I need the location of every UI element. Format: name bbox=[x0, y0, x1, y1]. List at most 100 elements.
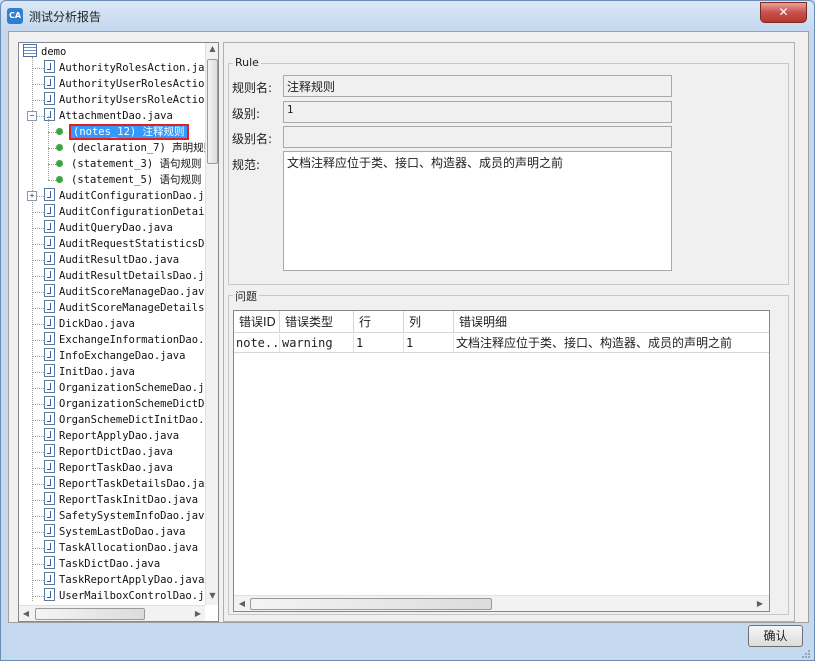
tree-guide-line bbox=[32, 100, 44, 101]
tree-file-node[interactable]: InitDao.java bbox=[44, 364, 135, 380]
tree-file-node[interactable]: AuditResultDao.java bbox=[44, 252, 179, 268]
tree-rule-node[interactable]: (declaration_7) 声明规则 bbox=[56, 140, 205, 156]
cell-error-type: warning bbox=[280, 334, 354, 352]
scroll-up-arrow-icon[interactable]: ▲ bbox=[206, 44, 218, 53]
cell-line: 1 bbox=[354, 334, 404, 352]
java-file-icon bbox=[44, 348, 55, 361]
tree-root[interactable]: demo bbox=[23, 44, 66, 60]
tree-node-label: AuditRequestStatisticsDao.java bbox=[59, 238, 205, 250]
tree-file-node[interactable]: OrganSchemeDictInitDao.java bbox=[44, 412, 205, 428]
project-icon bbox=[23, 44, 37, 57]
collapse-toggle-icon[interactable]: − bbox=[27, 111, 37, 121]
tree-file-node[interactable]: ReportTaskInitDao.java bbox=[44, 492, 198, 508]
tree-rule-node[interactable]: (statement_3) 语句规则 bbox=[56, 156, 202, 172]
tree-file-node[interactable]: AuditResultDetailsDao.java bbox=[44, 268, 205, 284]
tree-file-node[interactable]: DickDao.java bbox=[44, 316, 135, 332]
title-bar: CA 测试分析报告 ✕ bbox=[1, 1, 814, 31]
tree-node-label: TaskReportApplyDao.java bbox=[59, 574, 205, 586]
tree-file-node[interactable]: ReportTaskDao.java bbox=[44, 460, 173, 476]
tree-file-node[interactable]: SystemLastDoDao.java bbox=[44, 524, 185, 540]
tree-file-node[interactable]: AuditConfigurationDetailDao.java bbox=[44, 204, 205, 220]
tree-rule-node[interactable]: (statement_5) 语句规则 bbox=[56, 172, 202, 188]
spec-textarea[interactable]: 文档注释应位于类、接口、构造器、成员的声明之前 bbox=[283, 151, 672, 271]
issues-table[interactable]: 错误ID 错误类型 行 列 错误明细 note... warning 1 1 文… bbox=[233, 310, 770, 612]
tree-guide-line bbox=[32, 420, 44, 421]
tree-file-node[interactable]: AuditConfigurationDao.java bbox=[44, 188, 205, 204]
scroll-left-arrow-icon[interactable]: ◀ bbox=[21, 609, 31, 618]
expand-toggle-icon[interactable]: + bbox=[27, 191, 37, 201]
tree-file-node[interactable]: AuthorityUserRolesAction.java bbox=[44, 76, 205, 92]
scroll-left-arrow-icon[interactable]: ◀ bbox=[237, 599, 247, 608]
tree-node-label: AuthorityUsersRoleAction.java bbox=[59, 94, 205, 106]
rule-name-field[interactable]: 注释规则 bbox=[283, 75, 672, 97]
tree-horizontal-scroll-thumb[interactable] bbox=[35, 608, 145, 620]
tree-node-label: (statement_5) 语句规则 bbox=[71, 174, 202, 186]
tree-rule-node[interactable]: (notes_12) 注释规则 bbox=[56, 124, 189, 140]
tree-file-node[interactable]: ExchangeInformationDao.java bbox=[44, 332, 205, 348]
ok-button[interactable]: 确认 bbox=[748, 625, 803, 647]
tree-guide-line bbox=[32, 388, 44, 389]
tree-file-node[interactable]: AuditScoreManageDao.java bbox=[44, 284, 205, 300]
java-file-icon bbox=[44, 332, 55, 345]
resize-grip-icon[interactable] bbox=[801, 649, 811, 659]
java-file-icon bbox=[44, 188, 55, 201]
tree-guide-line bbox=[32, 516, 44, 517]
tree-guide-line bbox=[32, 580, 44, 581]
tree-file-node[interactable]: UserMailboxControlDao.java bbox=[44, 588, 205, 604]
tree-node-label: ReportApplyDao.java bbox=[59, 430, 180, 442]
tree-file-node[interactable]: TaskReportApplyDao.java bbox=[44, 572, 204, 588]
table-horizontal-scroll-thumb[interactable] bbox=[250, 598, 492, 610]
file-tree[interactable]: demo AuthorityRolesAction.java AuthorityUs… bbox=[19, 43, 205, 605]
client-area: demo AuthorityRolesAction.java AuthorityUs… bbox=[8, 31, 809, 623]
table-row[interactable]: note... warning 1 1 文档注释应位于类、接口、构造器、成员的声… bbox=[234, 311, 769, 353]
tree-node-label: SystemLastDoDao.java bbox=[59, 526, 186, 538]
tree-node-label: TaskAllocationDao.java bbox=[59, 542, 199, 554]
tree-node-label: OrganizationSchemeDao.java bbox=[59, 382, 205, 394]
scroll-right-arrow-icon[interactable]: ▶ bbox=[755, 599, 765, 608]
tree-file-node[interactable]: OrganizationSchemeDictDao.java bbox=[44, 396, 205, 412]
tree-node-label: UserMailboxControlDao.java bbox=[59, 590, 205, 602]
tree-node-label: InfoExchangeDao.java bbox=[59, 350, 186, 362]
tree-file-node[interactable]: AuthorityRolesAction.java bbox=[44, 60, 205, 76]
tree-horizontal-scrollbar[interactable]: ◀ ▶ bbox=[19, 605, 205, 621]
tree-file-node[interactable]: ReportApplyDao.java bbox=[44, 428, 179, 444]
close-button[interactable]: ✕ bbox=[760, 2, 807, 23]
tree-file-node[interactable]: AuditScoreManageDetailsDao.java bbox=[44, 300, 205, 316]
tree-guide-line bbox=[32, 596, 44, 597]
tree-file-node[interactable]: AuditQueryDao.java bbox=[44, 220, 173, 236]
tree-file-node[interactable]: AuditRequestStatisticsDao.java bbox=[44, 236, 205, 252]
java-file-icon bbox=[44, 492, 55, 505]
tree-node-label: AuditResultDao.java bbox=[59, 254, 180, 266]
tree-file-node[interactable]: TaskDictDao.java bbox=[44, 556, 160, 572]
tree-file-node[interactable]: SafetySystemInfoDao.java bbox=[44, 508, 205, 524]
scroll-right-arrow-icon[interactable]: ▶ bbox=[193, 609, 203, 618]
tree-file-node[interactable]: ReportDictDao.java bbox=[44, 444, 173, 460]
tree-node-label: ReportDictDao.java bbox=[59, 446, 173, 458]
tree-guide-line bbox=[48, 132, 49, 148]
java-file-icon bbox=[44, 204, 55, 217]
java-file-icon bbox=[44, 316, 55, 329]
tree-file-node[interactable]: AttachmentDao.java bbox=[44, 108, 173, 124]
java-file-icon bbox=[44, 76, 55, 89]
java-file-icon bbox=[44, 572, 55, 585]
tree-guide-line bbox=[32, 212, 44, 213]
tree-file-node[interactable]: OrganizationSchemeDao.java bbox=[44, 380, 205, 396]
tree-vertical-scrollbar[interactable]: ▲ ▼ bbox=[205, 43, 218, 605]
tree-file-node[interactable]: InfoExchangeDao.java bbox=[44, 348, 185, 364]
tree-file-node[interactable]: TaskAllocationDao.java bbox=[44, 540, 198, 556]
tree-file-node[interactable]: ReportTaskDetailsDao.java bbox=[44, 476, 205, 492]
java-file-icon bbox=[44, 588, 55, 601]
tree-file-node[interactable]: AuthorityUsersRoleAction.java bbox=[44, 92, 205, 108]
tree-guide-line bbox=[32, 292, 44, 293]
tree-vertical-scroll-thumb[interactable] bbox=[207, 59, 218, 164]
tree-guide-line bbox=[32, 484, 44, 485]
tree-guide-line bbox=[32, 340, 44, 341]
tree-guide-line bbox=[48, 132, 56, 133]
level-field[interactable]: 1 bbox=[283, 101, 672, 123]
level-name-field[interactable] bbox=[283, 126, 672, 148]
java-file-icon bbox=[44, 108, 55, 121]
table-horizontal-scrollbar[interactable]: ◀ ▶ bbox=[234, 595, 769, 611]
rule-status-icon bbox=[56, 160, 63, 167]
scroll-down-arrow-icon[interactable]: ▼ bbox=[206, 591, 218, 600]
tree-node-label: TaskDictDao.java bbox=[59, 558, 161, 570]
